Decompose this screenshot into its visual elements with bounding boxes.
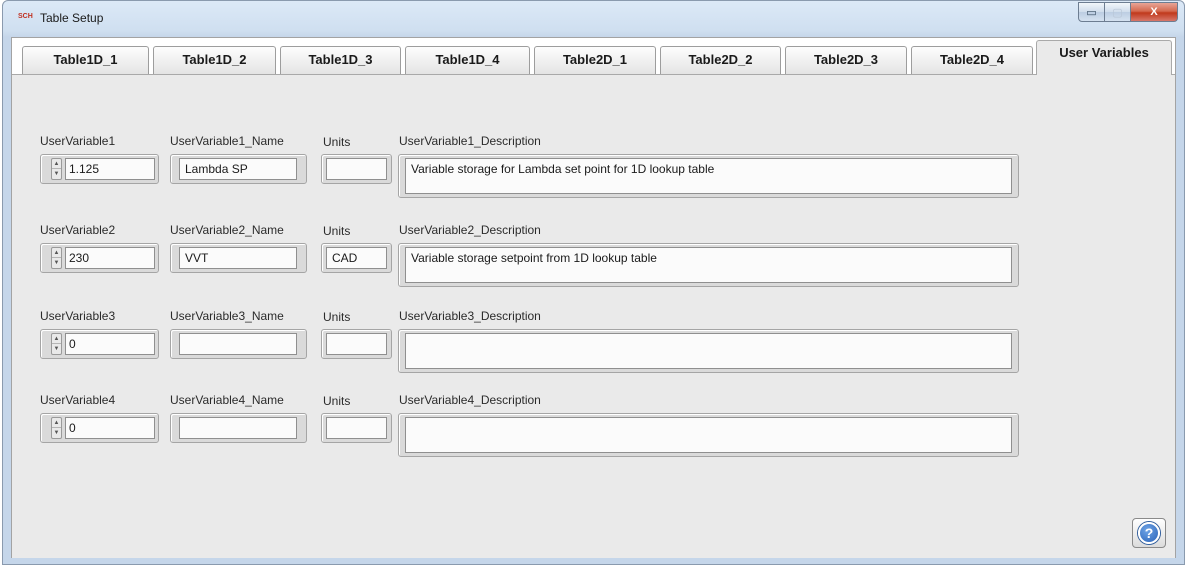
spin-down-icon[interactable]: ▼: [52, 169, 61, 179]
spin-down-icon[interactable]: ▼: [52, 344, 61, 354]
value-label: UserVariable4: [40, 393, 116, 407]
help-icon[interactable]: ?: [1138, 522, 1160, 544]
description-frame: [398, 413, 1019, 457]
name-input[interactable]: [179, 333, 297, 355]
spin-up-icon[interactable]: ▲: [52, 418, 61, 428]
name-input[interactable]: [179, 417, 297, 439]
name-label: UserVariable3_Name: [170, 309, 284, 323]
spin-up-icon[interactable]: ▲: [52, 334, 61, 344]
value-spinner[interactable]: ▲ ▼: [51, 158, 62, 180]
units-frame: [321, 154, 392, 184]
value-frame: ▲ ▼ 0: [40, 329, 159, 359]
description-label: UserVariable2_Description: [399, 223, 541, 237]
description-input[interactable]: [405, 417, 1012, 453]
units-frame: [321, 413, 392, 443]
name-label: UserVariable2_Name: [170, 223, 284, 237]
units-input[interactable]: [326, 158, 387, 180]
tab-table2d-3[interactable]: Table2D_3: [785, 46, 907, 74]
name-frame: [170, 413, 307, 443]
tab-table2d-4[interactable]: Table2D_4: [911, 46, 1033, 74]
name-frame: VVT: [170, 243, 307, 273]
spin-down-icon[interactable]: ▼: [52, 428, 61, 438]
value-input[interactable]: 0: [65, 417, 155, 439]
minimize-button[interactable]: ▭: [1078, 2, 1105, 22]
value-frame: ▲ ▼ 230: [40, 243, 159, 273]
client-area: Table1D_1 Table1D_2 Table1D_3 Table1D_4 …: [11, 37, 1176, 558]
description-frame: Variable storage for Lambda set point fo…: [398, 154, 1019, 198]
name-label: UserVariable4_Name: [170, 393, 284, 407]
value-input[interactable]: 1.125: [65, 158, 155, 180]
tab-table2d-2[interactable]: Table2D_2: [660, 46, 781, 74]
units-label: Units: [323, 394, 351, 408]
units-label: Units: [323, 135, 351, 149]
tab-table1d-3[interactable]: Table1D_3: [280, 46, 401, 74]
spin-down-icon[interactable]: ▼: [52, 258, 61, 268]
name-label: UserVariable1_Name: [170, 134, 284, 148]
tab-user-variables[interactable]: User Variables: [1036, 40, 1172, 75]
value-frame: ▲ ▼ 0: [40, 413, 159, 443]
maximize-button[interactable]: ▢: [1105, 2, 1131, 22]
app-icon: SCH: [18, 13, 33, 20]
description-label: UserVariable4_Description: [399, 393, 541, 407]
value-label: UserVariable2: [40, 223, 116, 237]
name-input[interactable]: Lambda SP: [179, 158, 297, 180]
value-spinner[interactable]: ▲ ▼: [51, 417, 62, 439]
description-label: UserVariable3_Description: [399, 309, 541, 323]
units-input[interactable]: [326, 333, 387, 355]
units-label: Units: [323, 310, 351, 324]
window-title: Table Setup: [40, 11, 104, 25]
description-label: UserVariable1_Description: [399, 134, 541, 148]
title-bar: SCH Table Setup ▭ ▢ X: [3, 1, 1184, 35]
units-label: Units: [323, 224, 351, 238]
value-label: UserVariable3: [40, 309, 116, 323]
value-input[interactable]: 0: [65, 333, 155, 355]
units-input[interactable]: CAD: [326, 247, 387, 269]
value-label: UserVariable1: [40, 134, 116, 148]
spin-up-icon[interactable]: ▲: [52, 159, 61, 169]
window-controls: ▭ ▢ X: [1078, 2, 1178, 22]
name-input[interactable]: VVT: [179, 247, 297, 269]
name-frame: [170, 329, 307, 359]
user-variables-panel: UserVariable1 UserVariable1_Name Units U…: [12, 74, 1175, 558]
units-frame: CAD: [321, 243, 392, 273]
tab-table1d-2[interactable]: Table1D_2: [153, 46, 276, 74]
value-frame: ▲ ▼ 1.125: [40, 154, 159, 184]
description-frame: [398, 329, 1019, 373]
description-input[interactable]: Variable storage for Lambda set point fo…: [405, 158, 1012, 194]
tab-table1d-4[interactable]: Table1D_4: [405, 46, 530, 74]
tab-strip: Table1D_1 Table1D_2 Table1D_3 Table1D_4 …: [12, 38, 1175, 75]
value-input[interactable]: 230: [65, 247, 155, 269]
table-setup-window: SCH Table Setup ▭ ▢ X Table1D_1 Table1D_…: [2, 0, 1185, 565]
name-frame: Lambda SP: [170, 154, 307, 184]
units-input[interactable]: [326, 417, 387, 439]
description-input[interactable]: [405, 333, 1012, 369]
value-spinner[interactable]: ▲ ▼: [51, 333, 62, 355]
tab-table1d-1[interactable]: Table1D_1: [22, 46, 149, 74]
tab-table2d-1[interactable]: Table2D_1: [534, 46, 656, 74]
units-frame: [321, 329, 392, 359]
help-button[interactable]: ?: [1132, 518, 1166, 548]
value-spinner[interactable]: ▲ ▼: [51, 247, 62, 269]
description-input[interactable]: Variable storage setpoint from 1D lookup…: [405, 247, 1012, 283]
description-frame: Variable storage setpoint from 1D lookup…: [398, 243, 1019, 287]
spin-up-icon[interactable]: ▲: [52, 248, 61, 258]
close-button[interactable]: X: [1131, 2, 1178, 22]
